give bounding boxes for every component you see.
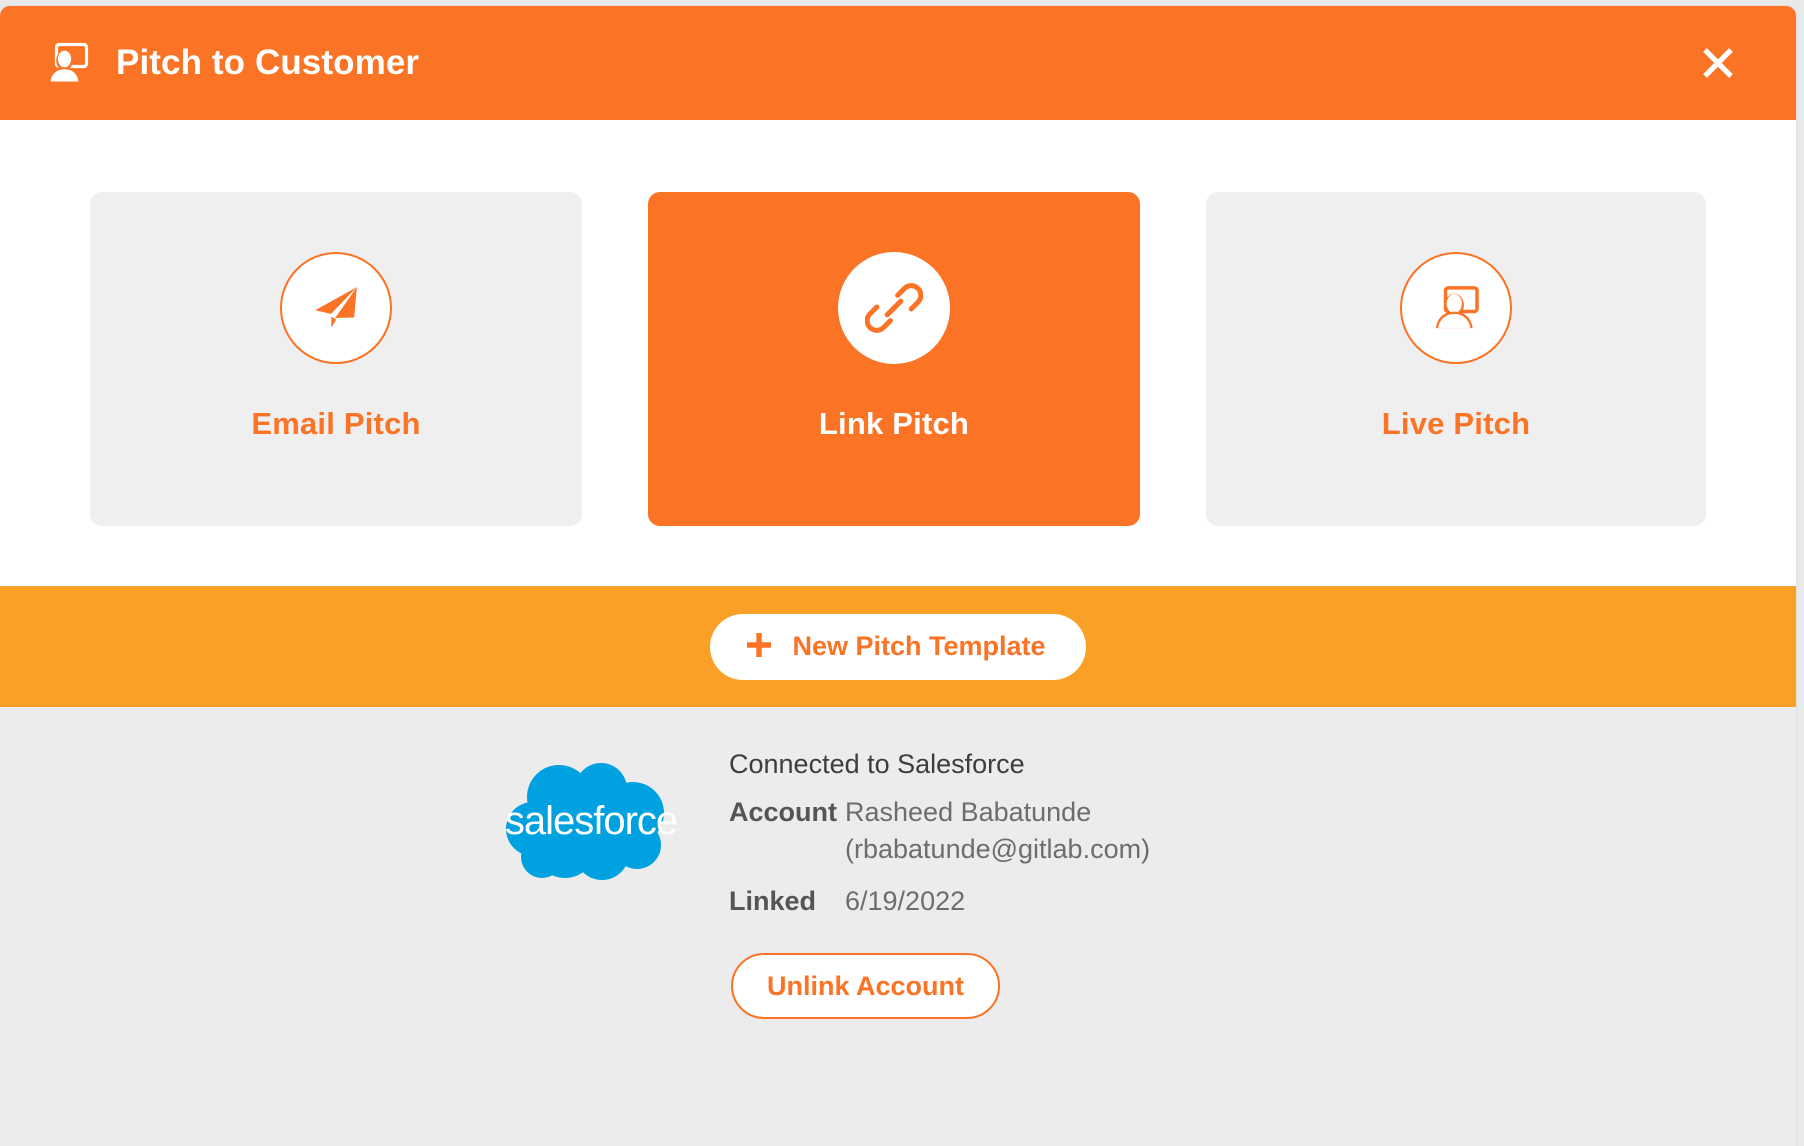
salesforce-integration-section: salesforce Connected to Salesforce Accou… [0,707,1796,1146]
salesforce-cloud-logo: salesforce [505,761,678,885]
pitch-card-link-pitch[interactable]: Link Pitch [648,192,1140,526]
modal-header: Pitch to Customer [0,6,1796,120]
unlink-account-button[interactable]: Unlink Account [731,953,1001,1019]
pitch-to-customer-modal: Pitch to Customer Email Pitch Link Pitch… [0,6,1796,1146]
integration-inner: salesforce Connected to Salesforce Accou… [505,751,1150,1146]
account-email-row: (rbabatunde@gitlab.com) [729,834,1150,865]
action-band: New Pitch Template [0,586,1796,707]
linked-date: 6/19/2022 [845,886,966,916]
account-email: (rbabatunde@gitlab.com) [845,834,1151,864]
page-title: Pitch to Customer [116,43,420,82]
linked-label: Linked [729,886,817,916]
new-pitch-template-button[interactable]: New Pitch Template [710,613,1086,680]
pitch-card-label: Link Pitch [818,406,970,441]
account-name: Rasheed Babatunde [845,797,1092,827]
account-row: Account Rasheed Babatunde [729,797,1150,828]
presenter-screen-icon [1400,252,1512,364]
pitch-card-live-pitch[interactable]: Live Pitch [1206,192,1706,526]
presenter-screen-icon [44,40,90,86]
chain-link-icon [838,252,950,364]
linked-row: Linked 6/19/2022 [729,886,1150,917]
pitch-mode-cards: Email Pitch Link Pitch Live Pitch [0,120,1796,586]
connection-status: Connected to Salesforce [729,749,1025,779]
plus-icon [744,630,774,663]
svg-text:salesforce: salesforce [505,799,677,843]
paper-plane-icon [280,252,392,364]
pitch-card-label: Email Pitch [251,406,421,441]
pitch-card-email-pitch[interactable]: Email Pitch [90,192,582,526]
close-icon[interactable] [1696,41,1740,85]
account-label: Account [729,797,837,827]
pitch-card-label: Live Pitch [1381,406,1531,441]
integration-details: Connected to Salesforce Account Rasheed … [729,751,1150,1019]
new-pitch-template-label: New Pitch Template [792,631,1046,661]
